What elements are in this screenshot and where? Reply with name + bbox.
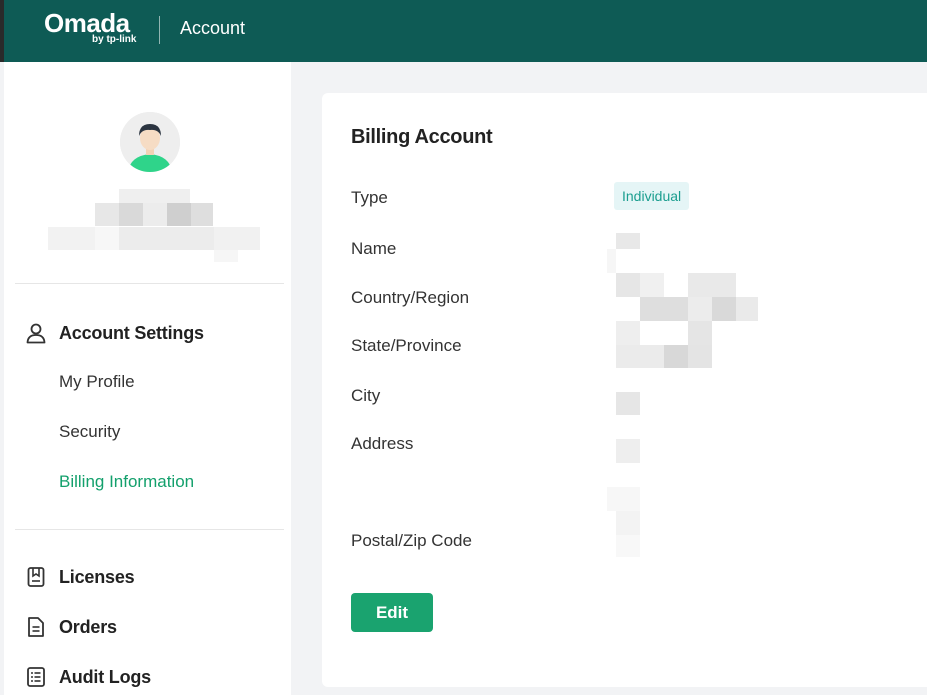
logo-subtitle: by tp-link xyxy=(92,34,137,45)
postal-label: Postal/Zip Code xyxy=(351,531,472,550)
state-label: State/Province xyxy=(351,336,462,355)
window-edge xyxy=(0,0,4,62)
sidebar-divider xyxy=(15,283,284,284)
avatar xyxy=(120,112,180,172)
address-label: Address xyxy=(351,434,414,453)
type-label: Type xyxy=(351,188,388,207)
country-label: Country/Region xyxy=(351,288,470,307)
nav-audit-logs-label: Audit Logs xyxy=(59,666,151,687)
license-icon xyxy=(24,565,48,589)
city-label: City xyxy=(351,386,381,405)
nav-account-settings[interactable]: Account Settings xyxy=(24,321,204,345)
nav-orders[interactable]: Orders xyxy=(24,615,117,639)
list-icon xyxy=(24,665,48,689)
nav-licenses-label: Licenses xyxy=(59,566,135,587)
sidebar-item-billing-information[interactable]: Billing Information xyxy=(59,472,194,492)
nav-orders-label: Orders xyxy=(59,616,117,637)
nav-account-settings-label: Account Settings xyxy=(59,322,204,343)
billing-account-card: Billing Account Type Individual Name Cou… xyxy=(322,93,927,687)
omada-logo[interactable]: Omada by tp-link xyxy=(44,6,144,50)
top-bar: Omada by tp-link Account xyxy=(0,0,927,62)
sidebar-item-security[interactable]: Security xyxy=(59,422,120,442)
avatar-person-icon xyxy=(120,112,180,172)
user-icon xyxy=(24,321,48,345)
nav-audit-logs[interactable]: Audit Logs xyxy=(24,665,151,689)
sidebar: Account Settings My Profile Security Bil… xyxy=(4,62,291,695)
page-title: Account xyxy=(180,18,246,38)
edit-button[interactable]: Edit xyxy=(351,593,433,632)
sidebar-divider-2 xyxy=(15,529,284,530)
card-title: Billing Account xyxy=(351,126,493,148)
nav-licenses[interactable]: Licenses xyxy=(24,565,135,589)
document-icon xyxy=(24,615,48,639)
name-label: Name xyxy=(351,239,397,258)
sidebar-item-my-profile[interactable]: My Profile xyxy=(59,372,135,392)
type-badge: Individual xyxy=(614,182,690,210)
header-divider xyxy=(159,16,160,44)
